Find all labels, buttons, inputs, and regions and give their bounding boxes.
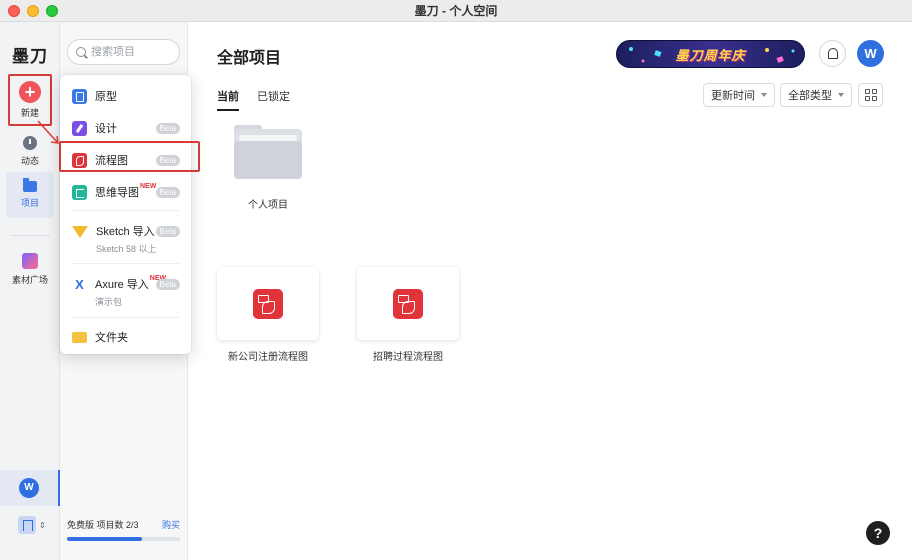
menu-item-label: Sketch 导入 [96, 226, 155, 238]
menu-item-label: 设计 [95, 123, 117, 135]
folder-icon [72, 332, 87, 343]
flowchart-icon [253, 288, 283, 319]
notification-button[interactable] [819, 40, 846, 67]
menu-item-design[interactable]: 设计 Beta [60, 120, 191, 136]
chevron-down-icon [838, 93, 844, 97]
tab-locked[interactable]: 已锁定 [257, 88, 290, 111]
bell-icon [827, 48, 838, 59]
type-filter-label: 全部类型 [788, 90, 832, 102]
menu-item-prototype[interactable]: 原型 [60, 88, 191, 104]
plan-usage-fill [67, 537, 143, 541]
flowchart-icon [72, 153, 87, 168]
new-tag: NEW [140, 182, 157, 190]
rail-divider [10, 235, 50, 236]
project-tabs: 当前 已锁定 [217, 88, 290, 111]
rail-item-label: 项目 [20, 198, 39, 208]
anniversary-banner[interactable]: 墨刀周年庆 [616, 40, 805, 68]
flowchart-icon [393, 288, 423, 319]
menu-item-label: Axure 导入 [95, 279, 149, 291]
rail-item-label: 动态 [20, 155, 39, 166]
plus-icon: + [19, 81, 41, 103]
menu-item-axure-import[interactable]: X Axure 导入 NEW 演示包 Beta [60, 275, 191, 308]
menu-divider [72, 210, 179, 211]
menu-item-label: 思维导图 [95, 187, 139, 199]
search-box[interactable] [67, 39, 180, 65]
menu-item-label: 文件夹 [95, 332, 128, 344]
banner-decoration [629, 47, 795, 63]
rail-item-label: 素材广场 [11, 274, 48, 285]
menu-item-flowchart[interactable]: 流程图 Beta [60, 152, 191, 168]
menu-divider [72, 263, 179, 264]
window-title: 墨刀 - 个人空间 [414, 4, 498, 18]
folder-icon [234, 141, 302, 179]
chevron-updown-icon: ⇕ [39, 520, 46, 530]
close-window-button[interactable] [8, 5, 20, 17]
window-controls [8, 5, 58, 17]
building-icon [18, 516, 36, 534]
search-input[interactable] [91, 46, 175, 58]
beta-badge: Beta [155, 123, 180, 134]
beta-badge: Beta [155, 279, 180, 290]
menu-item-sub: 演示包 [95, 297, 123, 307]
beta-badge: Beta [155, 226, 180, 237]
app-logo: 墨刀 [12, 47, 48, 66]
beta-badge: Beta [155, 155, 180, 166]
type-filter-dropdown[interactable]: 全部类型 [780, 83, 852, 107]
sort-label: 更新时间 [711, 90, 755, 102]
menu-item-sub: Sketch 58 以上 [96, 244, 157, 254]
page-title: 全部项目 [217, 50, 282, 67]
tab-current[interactable]: 当前 [217, 88, 239, 111]
project-card-label: 招聘过程流程图 [373, 352, 443, 363]
menu-item-mindmap[interactable]: 思维导图 NEW Beta [60, 182, 191, 200]
design-icon [72, 121, 87, 136]
rail-item-assets[interactable]: 素材广场 [6, 246, 54, 292]
grid-view-button[interactable] [858, 83, 883, 107]
nav-rail: 墨刀 + 新建 动态 项目 素材广场 W ⇕ [0, 22, 60, 560]
mindmap-icon [72, 185, 87, 200]
chevron-down-icon [761, 93, 767, 97]
search-icon [76, 47, 86, 57]
project-card[interactable] [217, 267, 319, 340]
annotation-arrow [37, 120, 59, 144]
title-bar: 墨刀 - 个人空间 [0, 0, 912, 22]
team-switcher[interactable]: ⇕ [18, 516, 46, 534]
menu-item-label: 原型 [95, 91, 117, 103]
main-content: 全部项目 墨刀周年庆 W 当前 已锁定 更新时间 全部类型 个人项目 新公司注册… [188, 22, 912, 560]
project-card-label: 新公司注册流程图 [228, 352, 308, 363]
folder-card[interactable] [234, 125, 302, 179]
plan-info: 免费版 项目数 2/3 购买 [67, 518, 180, 541]
menu-item-folder[interactable]: 文件夹 [60, 329, 191, 345]
menu-item-sketch-import[interactable]: Sketch 导入 Sketch 58 以上 Beta [60, 223, 191, 255]
project-card[interactable] [357, 267, 459, 340]
sketch-icon [72, 226, 88, 238]
grid-icon [864, 89, 870, 94]
sort-dropdown[interactable]: 更新时间 [703, 83, 775, 107]
plan-label: 免费版 项目数 2/3 [67, 520, 139, 530]
folder-icon [23, 178, 37, 192]
assets-icon [22, 252, 38, 269]
minimize-window-button[interactable] [27, 5, 39, 17]
rail-item-projects[interactable]: 项目 [6, 172, 54, 218]
maximize-window-button[interactable] [46, 5, 58, 17]
avatar: W [19, 478, 39, 498]
help-button[interactable]: ? [866, 521, 890, 545]
prototype-icon [72, 89, 87, 104]
menu-divider [72, 317, 179, 318]
buy-link[interactable]: 购买 [162, 518, 180, 531]
user-avatar[interactable]: W [857, 40, 884, 67]
rail-user[interactable]: W [0, 470, 60, 506]
beta-badge: Beta [155, 187, 180, 198]
new-menu: 原型 设计 Beta 流程图 Beta 思维导图 NEW Beta Sketch … [60, 75, 191, 354]
plan-usage-bar [67, 537, 180, 541]
folder-label: 个人项目 [248, 200, 288, 211]
menu-item-label: 流程图 [95, 155, 128, 167]
axure-icon: X [75, 277, 84, 292]
